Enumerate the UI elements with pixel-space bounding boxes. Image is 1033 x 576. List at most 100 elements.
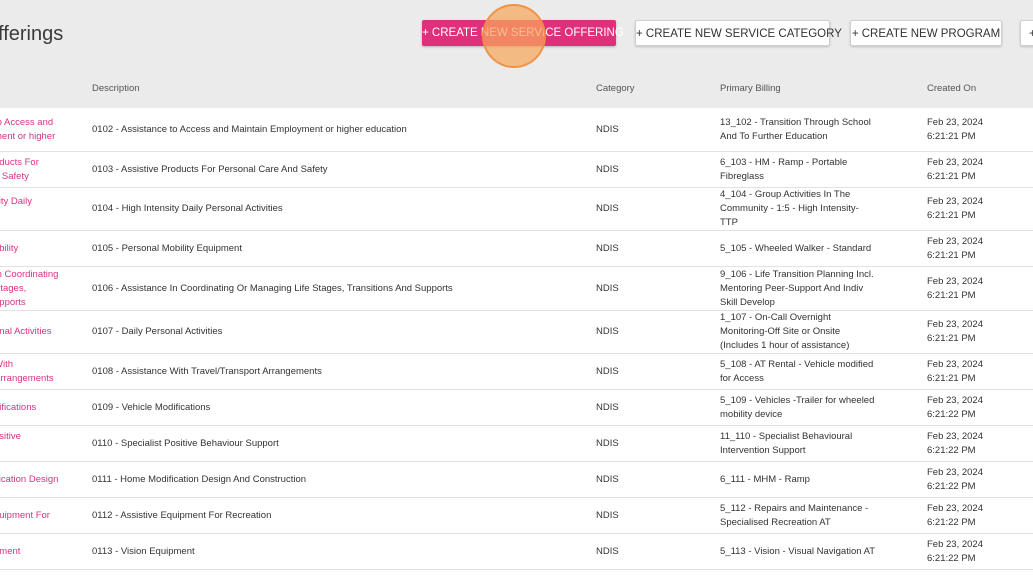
created-on-cell: Feb 23, 2024 6:21:21 PM (927, 235, 1027, 263)
table-row[interactable]: In Coordinating Stages, upports 0106 - Assi… (0, 267, 1033, 311)
table-row[interactable]: ification Design 0111 - Home Modification… (0, 462, 1033, 498)
created-time: 6:21:21 PM (927, 289, 976, 301)
description-cell: 0102 - Assistance to Access and Maintain… (92, 123, 407, 135)
created-time: 6:21:21 PM (927, 333, 976, 344)
offering-name-link[interactable]: obility (0, 242, 74, 256)
created-on-cell: Feb 23, 2024 6:21:21 PM (927, 275, 1027, 303)
billing-line: TTP (720, 217, 738, 228)
category-cell: NDIS (596, 401, 619, 413)
table-row[interactable]: pment 0113 - Vision Equipment NDIS 5_113 - … (0, 534, 1033, 570)
offering-name-link[interactable]: sity Daily s (0, 195, 74, 223)
category-cell: NDIS (596, 545, 619, 557)
description-cell: 0110 - Specialist Positive Behaviour Sup… (92, 437, 279, 449)
created-time: 6:21:21 PM (927, 372, 976, 384)
primary-billing-cell: 4_104 - Group Activities In The Community… (720, 188, 890, 230)
billing-line: 4_104 - Group Activities In The (720, 189, 851, 200)
offering-name-line: oducts For (0, 156, 39, 168)
offering-name-link[interactable]: to Access and ment or higher (0, 116, 74, 144)
create-service-category-button[interactable]: + CREATE NEW SERVICE CATEGORY (635, 20, 842, 46)
billing-line: Community - 1:5 - High Intensity- (720, 203, 859, 214)
table-row[interactable]: sity Daily s 0104 - High Intensity Daily P… (0, 188, 1033, 231)
offering-name-link[interactable]: With Arrangements (0, 358, 74, 386)
offering-name-link[interactable]: pment (0, 545, 74, 559)
created-time: 6:21:21 PM (927, 249, 976, 261)
table-row[interactable]: obility 0105 - Personal Mobility Equipmen… (0, 231, 1033, 267)
category-cell: NDIS (596, 123, 619, 135)
table-row[interactable]: quipment For 0112 - Assistive Equipment F… (0, 498, 1033, 534)
column-header-description[interactable]: Description (92, 83, 140, 94)
primary-billing-cell: 5_108 - AT Rental - Vehicle modified for … (720, 358, 890, 386)
table-header: Description Category Primary Billing Cre… (0, 68, 1033, 108)
primary-billing-cell: 5_112 - Repairs and Maintenance - Special… (720, 502, 890, 530)
offering-name-line: sity Daily (0, 196, 33, 207)
table-row[interactable]: With Arrangements 0108 - Assistance With T… (0, 354, 1033, 390)
table-row[interactable]: to Access and ment or higher 0102 - Assist… (0, 108, 1033, 152)
billing-line: 5_113 - Vision - Visual Navigation AT (720, 545, 876, 557)
created-on-cell: Feb 23, 2024 6:21:21 PM (927, 318, 1027, 346)
offering-name-link[interactable]: difications (0, 401, 74, 415)
created-time: 6:21:21 PM (927, 210, 976, 221)
offering-name-line: Stages, (0, 282, 27, 294)
table-row[interactable]: onal Activities 0107 - Daily Personal Act… (0, 311, 1033, 354)
billing-line: Intervention Support (720, 444, 806, 456)
primary-billing-cell: 11_110 - Specialist Behavioural Intervent… (720, 430, 890, 458)
billing-line: And To Further Education (720, 130, 828, 142)
create-service-offering-button[interactable]: + CREATE NEW SERVICE OFFERING (422, 20, 624, 46)
created-time: 6:21:22 PM (927, 516, 976, 528)
primary-billing-cell: 6_111 - MHM - Ramp (720, 473, 890, 487)
category-cell: NDIS (596, 326, 619, 337)
category-cell: NDIS (596, 437, 619, 449)
category-cell: NDIS (596, 473, 619, 485)
billing-line: 5_112 - Repairs and Maintenance - (720, 502, 869, 514)
column-header-primary-billing[interactable]: Primary Billing (720, 83, 781, 94)
offering-name-line: ositive (0, 430, 21, 442)
offering-name-link[interactable]: In Coordinating Stages, upports (0, 268, 74, 310)
page-title: fferings (0, 23, 64, 45)
billing-line: 6_103 - HM - Ramp - Portable (720, 156, 848, 168)
table-body: to Access and ment or higher 0102 - Assist… (0, 108, 1033, 570)
column-header-category[interactable]: Category (596, 83, 635, 94)
table-row[interactable]: oducts For d Safety 0103 - Assistive Produ… (0, 152, 1033, 188)
created-on-cell: Feb 23, 2024 6:21:22 PM (927, 502, 1027, 530)
offering-name-link[interactable]: onal Activities (0, 325, 74, 339)
billing-line: for Access (720, 372, 764, 384)
description-cell: 0107 - Daily Personal Activities (92, 326, 223, 337)
table-row[interactable]: ositive rt 0110 - Specialist Positive Beha… (0, 426, 1033, 462)
description-cell: 0112 - Assistive Equipment For Recreatio… (92, 509, 272, 521)
create-program-button[interactable]: + CREATE NEW PROGRAM (850, 20, 1002, 46)
category-cell: NDIS (596, 282, 619, 294)
offering-name-link[interactable]: ification Design (0, 473, 74, 487)
created-on-cell: Feb 23, 2024 6:21:22 PM (927, 466, 1027, 494)
billing-line: 6_111 - MHM - Ramp (720, 473, 810, 485)
billing-line: Monitoring-Off Site or Onsite (720, 326, 841, 337)
primary-billing-cell: 5_105 - Wheeled Walker - Standard (720, 242, 890, 256)
more-create-button[interactable]: + (1020, 20, 1033, 46)
billing-line: 1_107 - On-Call Overnight (720, 312, 831, 323)
created-time: 6:21:21 PM (927, 130, 976, 142)
category-cell: NDIS (596, 365, 619, 377)
billing-line: 13_102 - Transition Through School (720, 116, 871, 128)
category-cell: NDIS (596, 509, 619, 521)
offering-name-line: to Access and (0, 116, 54, 128)
created-on-cell: Feb 23, 2024 6:21:21 PM (927, 116, 1027, 144)
offering-name-line: pment (0, 545, 21, 557)
created-date: Feb 23, 2024 (927, 275, 983, 287)
offering-name-link[interactable]: ositive rt (0, 430, 74, 458)
category-cell: NDIS (596, 163, 619, 175)
created-on-cell: Feb 23, 2024 6:21:22 PM (927, 430, 1027, 458)
billing-line: mobility device (720, 408, 783, 420)
table-row[interactable]: difications 0109 - Vehicle Modifications N… (0, 390, 1033, 426)
offering-name-line: ment or higher (0, 130, 56, 142)
billing-line: 9_106 - Life Transition Planning Incl. (720, 268, 874, 280)
billing-line: Fibreglass (720, 170, 764, 182)
offering-name-line: s (0, 209, 74, 223)
created-date: Feb 23, 2024 (927, 116, 983, 128)
column-header-created-on[interactable]: Created On (927, 83, 976, 94)
billing-line: Mentoring Peer-Support And Indiv (720, 282, 864, 294)
billing-line: (Includes 1 hour of assistance) (720, 340, 850, 351)
created-date: Feb 23, 2024 (927, 235, 983, 247)
description-cell: 0113 - Vision Equipment (92, 545, 195, 557)
offering-name-link[interactable]: quipment For (0, 509, 74, 523)
created-date: Feb 23, 2024 (927, 538, 983, 550)
offering-name-link[interactable]: oducts For d Safety (0, 156, 74, 184)
